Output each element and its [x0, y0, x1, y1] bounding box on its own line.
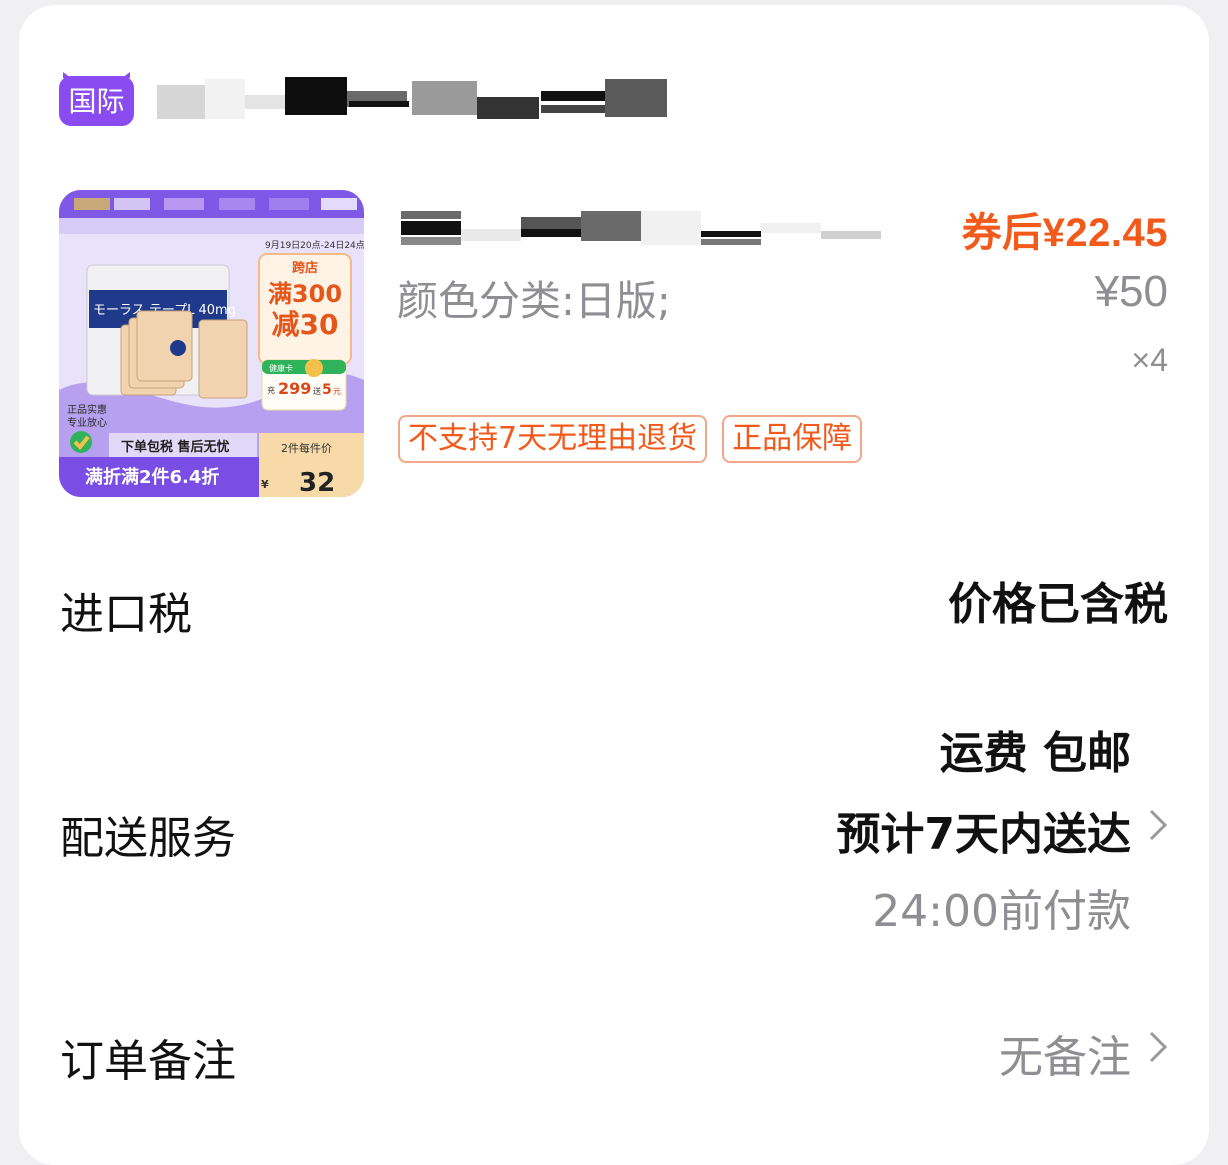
per-item-price: 32 — [299, 468, 335, 497]
import-tax-label: 进口税 — [60, 589, 192, 640]
svg-text:充: 充 — [267, 385, 275, 395]
no-return-tag[interactable]: 不支持7天无理由退货 — [398, 415, 708, 463]
price-after-coupon: 券后¥22.45 — [961, 211, 1168, 255]
import-tax-value: 价格已含税 — [948, 579, 1168, 630]
chevron-right-icon[interactable] — [1148, 808, 1168, 842]
health-card-label: 健康卡 — [269, 363, 293, 373]
svg-text:送: 送 — [313, 386, 321, 396]
authentic-tag[interactable]: 正品保障 — [722, 415, 863, 463]
discount-line1: 满300 — [268, 280, 342, 308]
order-note-label: 订单备注 — [60, 1036, 236, 1087]
cross-store-label: 跨店 — [292, 260, 318, 276]
payment-deadline: 24:00前付款 — [872, 886, 1131, 937]
order-note-value[interactable]: 无备注 — [999, 1021, 1131, 1085]
svg-text:5: 5 — [322, 382, 332, 398]
delivery-eta[interactable]: 预计7天内送达 — [836, 798, 1131, 862]
bottom-promo: 满折满2件6.4折 — [85, 466, 219, 488]
store-name[interactable] — [157, 75, 671, 121]
product-title[interactable] — [399, 209, 881, 249]
variant-label[interactable]: 颜色分类:日版; — [397, 267, 671, 327]
promo-date: 9月19日20点-24日24点 — [265, 240, 364, 251]
svg-text:元: 元 — [333, 387, 341, 396]
quantity: ×4 — [1131, 342, 1168, 378]
chevron-right-icon[interactable] — [1148, 1030, 1168, 1064]
tax-line: 下单包税 售后无忧 — [121, 439, 230, 455]
delivery-label: 配送服务 — [60, 813, 236, 864]
order-item-card: 国际 9月19日20点-24日24点 モーラス 40mg 跨店 满300 减30… — [19, 5, 1209, 1165]
svg-text:¥: ¥ — [261, 478, 269, 491]
product-image[interactable]: 9月19日20点-24日24点 モーラス テープL 40mg 跨店 满300 减… — [59, 190, 364, 497]
discount-line2: 减30 — [272, 308, 339, 341]
badge-text: 国际 — [68, 85, 124, 118]
shipping-fee[interactable]: 运费 包邮 — [940, 717, 1131, 781]
international-badge-icon: 国际 — [59, 68, 134, 126]
svg-text:299: 299 — [278, 379, 311, 398]
per-item-label: 2件每件价 — [281, 441, 332, 455]
authentic-line1: 正品实惠 — [67, 403, 107, 416]
original-price: ¥50 — [1094, 267, 1168, 316]
authentic-line2: 专业放心 — [67, 416, 107, 429]
service-tags: 不支持7天无理由退货 正品保障 — [398, 415, 863, 463]
